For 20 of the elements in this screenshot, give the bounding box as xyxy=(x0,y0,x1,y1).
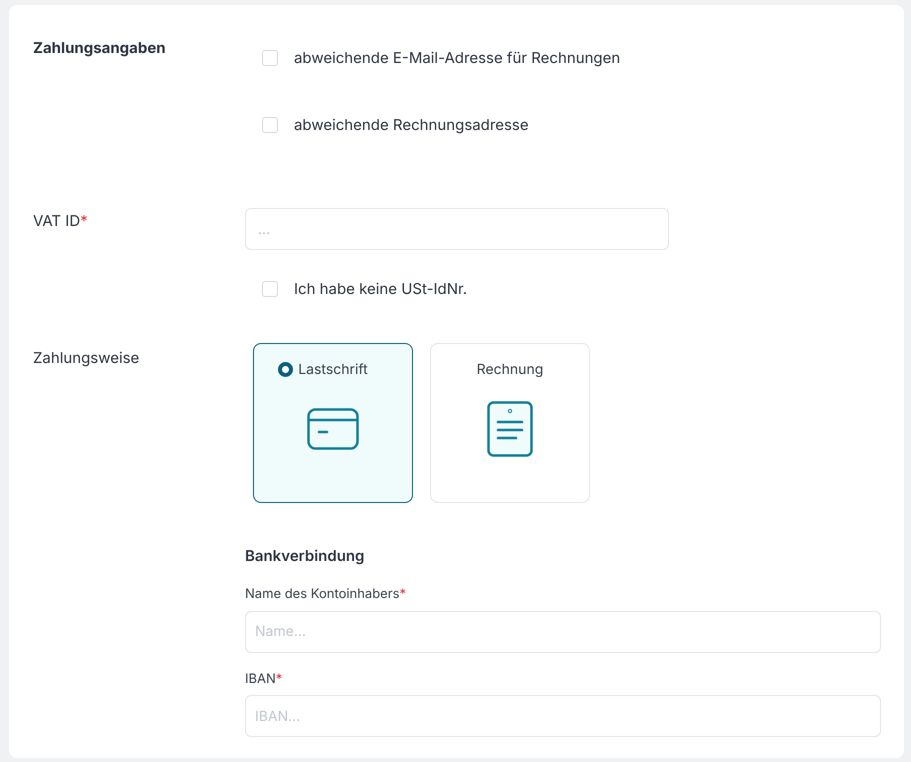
checkbox[interactable] xyxy=(262,281,278,298)
field-label: Zahlungsweise xyxy=(33,346,140,368)
checkbox-label: Ich habe keine USt-IdNr. xyxy=(294,278,468,300)
radio-icon xyxy=(278,362,293,376)
payment-option[interactable]: Lastschrift xyxy=(253,342,413,502)
checkbox-label: abweichende Rechnungsadresse xyxy=(294,114,529,136)
field-label: VAT ID* xyxy=(33,210,89,232)
credit-card-icon xyxy=(307,408,359,450)
checkbox[interactable] xyxy=(262,50,278,66)
text-field[interactable]: Name... xyxy=(245,610,881,652)
text-field[interactable]: IBAN... xyxy=(245,695,881,737)
checkbox[interactable] xyxy=(262,116,278,133)
checkbox-label: abweichende E-Mail-Adresse für Rechnungen xyxy=(294,47,620,69)
section-title: Zahlungsangaben xyxy=(33,37,167,59)
field-label: IBAN* xyxy=(245,670,284,688)
vat-id-field[interactable]: ... xyxy=(245,208,669,250)
field-label: Name des Kontoinhabers* xyxy=(245,585,408,604)
subsection-title: Bankverbindung xyxy=(245,544,366,566)
payment-option[interactable]: Rechnung xyxy=(430,342,590,502)
document-icon xyxy=(487,400,533,456)
